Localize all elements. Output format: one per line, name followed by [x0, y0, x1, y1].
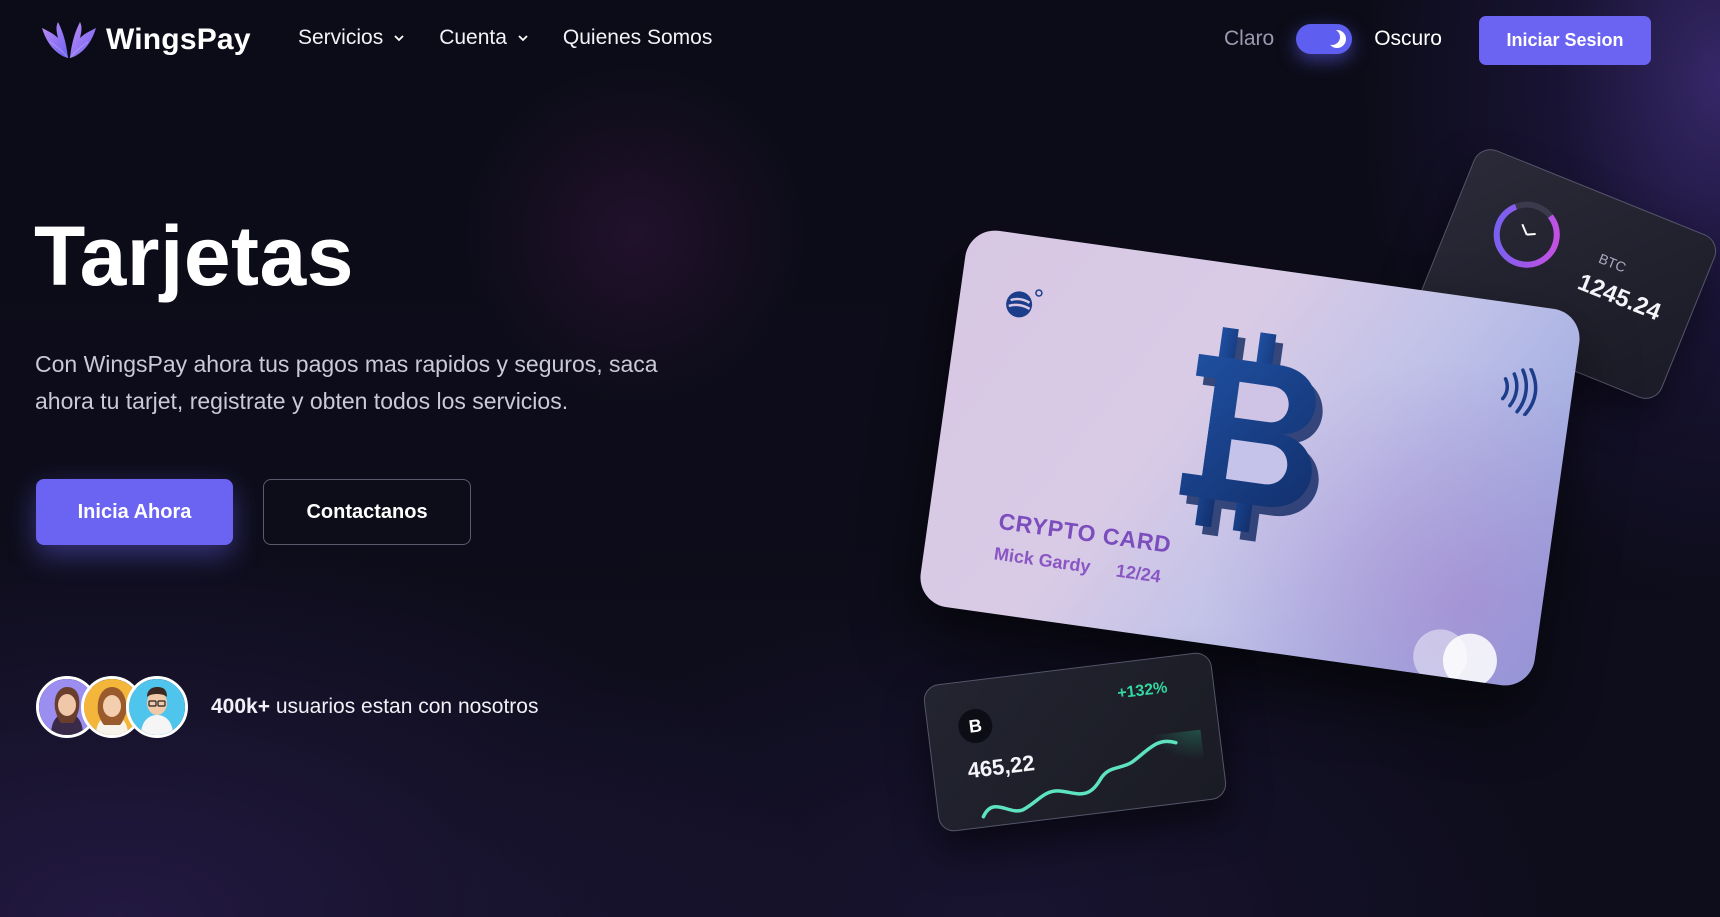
users-count-text: 400k+ usuarios estan con nosotros [211, 695, 538, 719]
moon-icon [1327, 29, 1347, 48]
hero-description: Con WingsPay ahora tus pagos mas rapidos… [35, 351, 658, 414]
dark-theme-label[interactable]: Oscuro [1374, 27, 1442, 51]
wings-logo-icon [42, 22, 96, 59]
avatar [126, 676, 188, 738]
start-now-button[interactable]: Inicia Ahora [36, 479, 233, 545]
nav-item-label: Cuenta [439, 26, 507, 49]
hero-title: Tarjetas [34, 209, 354, 303]
btc-value: 1245.24 [1574, 268, 1665, 327]
chevron-down-icon [394, 35, 404, 42]
card-holder-name: Mick Gardy [992, 543, 1092, 577]
main-menu: Servicios Cuenta Quienes Somos [298, 26, 712, 50]
login-button[interactable]: Iniciar Sesion [1479, 16, 1651, 65]
chevron-down-icon [518, 35, 528, 42]
price-change: +132% [1116, 679, 1169, 703]
btc-label: BTC [1596, 250, 1629, 276]
nav-item-label: Servicios [298, 26, 384, 49]
theme-switcher: Claro Oscuro [1224, 24, 1442, 54]
user-avatar-3-icon [129, 679, 185, 735]
card-expiry: 12/24 [1114, 560, 1163, 587]
nav-item-label: Quienes Somos [562, 26, 713, 49]
coin-icon: B [956, 707, 995, 745]
social-proof: 400k+ usuarios estan con nosotros [36, 676, 538, 738]
contactless-icon [1500, 367, 1538, 417]
brand[interactable]: WingsPay [40, 20, 251, 60]
gauge-clock-icon [1493, 201, 1560, 268]
contact-button[interactable]: Contactanos [263, 479, 471, 545]
bitcoin-icon [1179, 326, 1323, 542]
users-count: 400k+ [211, 695, 270, 718]
users-caption: usuarios estan con nosotros [275, 695, 539, 718]
top-navbar: WingsPay Servicios Cuenta Quienes Somos … [0, 0, 1720, 82]
theme-toggle[interactable] [1296, 24, 1353, 54]
light-theme-label[interactable]: Claro [1224, 27, 1274, 51]
card-brand-icon [1006, 289, 1043, 318]
nav-item-servicios[interactable]: Servicios [298, 26, 405, 50]
brand-name: WingsPay [106, 23, 251, 56]
nav-item-quienes-somos[interactable]: Quienes Somos [563, 26, 712, 50]
nav-item-cuenta[interactable]: Cuenta [439, 26, 529, 50]
